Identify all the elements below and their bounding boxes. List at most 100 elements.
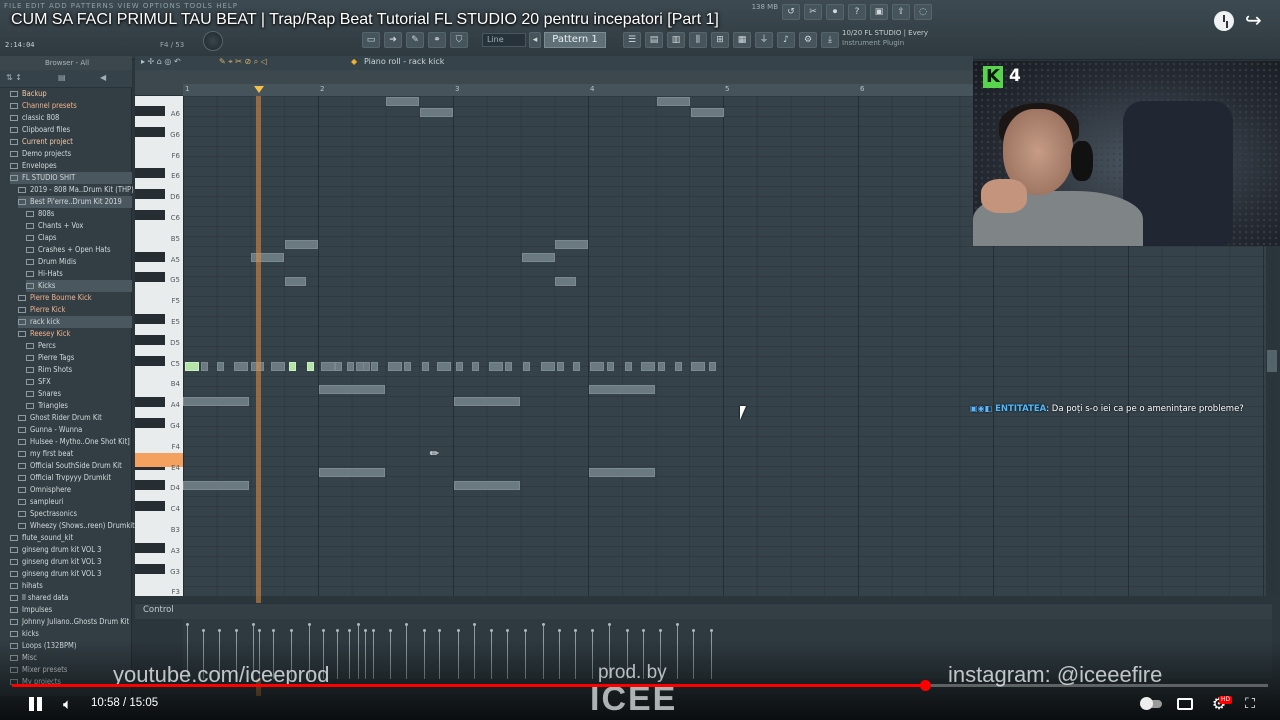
black-key[interactable] — [135, 334, 165, 345]
note[interactable] — [454, 481, 520, 490]
snap-mode-select[interactable]: Line — [482, 33, 526, 47]
browser-item[interactable]: Official SouthSide Drum Kit — [18, 460, 132, 472]
browser-item[interactable]: Best Pi'erre..Drum Kit 2019 — [18, 196, 132, 208]
browser-item[interactable]: Omnisphere — [18, 484, 132, 496]
kick-note[interactable] — [675, 362, 682, 371]
kick-note[interactable] — [185, 362, 199, 371]
kick-note[interactable] — [307, 362, 314, 371]
kick-note[interactable] — [404, 362, 411, 371]
kick-note[interactable] — [691, 362, 705, 371]
kick-note[interactable] — [709, 362, 716, 371]
browser-item[interactable]: Backup — [10, 88, 132, 100]
black-key[interactable] — [135, 168, 165, 179]
stamp-icon[interactable]: ⛉ — [450, 32, 468, 48]
gear-icon[interactable]: ⚙ — [799, 32, 817, 48]
link-icon[interactable]: ⚭ — [428, 32, 446, 48]
help-icon[interactable]: ? — [848, 4, 866, 20]
pencil-icon[interactable]: ✎ — [406, 32, 424, 48]
kick-note[interactable] — [347, 362, 354, 371]
kick-note[interactable] — [289, 362, 296, 371]
note[interactable] — [454, 397, 520, 406]
note[interactable] — [589, 385, 655, 394]
browser-item[interactable]: ginseng drum kit VOL 3 — [10, 556, 132, 568]
note[interactable] — [555, 277, 576, 286]
kick-note[interactable] — [505, 362, 512, 371]
control-label[interactable]: Control — [143, 605, 174, 615]
browser-header[interactable]: Browser - All — [0, 56, 132, 70]
browser-item[interactable]: Envelopes — [10, 160, 132, 172]
autoplay-toggle[interactable] — [1140, 695, 1162, 713]
browser-item[interactable]: Hulsee - Mytho..One Shot Kit] — [18, 436, 132, 448]
browser-item[interactable]: SFX — [26, 376, 132, 388]
prev-pattern-icon[interactable]: ◂ — [529, 32, 541, 48]
note[interactable] — [420, 108, 453, 117]
kick-note[interactable] — [590, 362, 604, 371]
browser-item[interactable]: FL STUDIO SHIT — [10, 172, 132, 184]
kick-note[interactable] — [271, 362, 285, 371]
browser-item[interactable]: Pierre Bourne Kick — [18, 292, 132, 304]
black-key[interactable] — [135, 501, 165, 512]
export-icon[interactable]: ⇪ — [892, 4, 910, 20]
browser-item[interactable]: Impulses — [10, 604, 132, 616]
kick-note[interactable] — [388, 362, 402, 371]
note[interactable] — [657, 97, 690, 106]
black-key[interactable] — [135, 418, 165, 428]
browser-icon[interactable]: ▦ — [733, 32, 751, 48]
plugin-icon[interactable]: ⊞ — [711, 32, 729, 48]
kick-note[interactable] — [456, 362, 463, 371]
browser-item[interactable]: Ghost Rider Drum Kit — [18, 412, 132, 424]
progress-bar[interactable] — [12, 680, 1268, 691]
kick-note[interactable] — [217, 362, 224, 371]
browser-item[interactable]: Johnny Juliano..Ghosts Drum Kit — [10, 616, 132, 628]
black-key[interactable] — [135, 563, 165, 574]
browser-item[interactable]: Kicks — [26, 280, 132, 292]
browser-item[interactable]: hihats — [10, 580, 132, 592]
kick-note[interactable] — [234, 362, 248, 371]
browser-item[interactable]: classic 808 — [10, 112, 132, 124]
black-key[interactable] — [135, 542, 165, 553]
black-key[interactable] — [135, 480, 165, 491]
browser-item[interactable]: Demo projects — [10, 148, 132, 160]
kick-note[interactable] — [201, 362, 208, 371]
black-key[interactable] — [135, 355, 165, 366]
browser-item[interactable]: Pierre Tags — [26, 352, 132, 364]
kick-note[interactable] — [321, 362, 335, 371]
volume-icon[interactable]: 🔈︎ — [63, 695, 81, 713]
kick-note[interactable] — [573, 362, 580, 371]
pause-button[interactable] — [27, 695, 45, 713]
plug-icon[interactable]: ⏚ — [755, 32, 773, 48]
kick-note[interactable] — [371, 362, 378, 371]
subtitles-icon[interactable] — [1175, 695, 1195, 713]
black-key[interactable] — [135, 397, 165, 408]
channel-rack-icon[interactable]: ▥ — [667, 32, 685, 48]
note[interactable] — [183, 481, 249, 490]
browser-item[interactable]: Drum Midis — [26, 256, 132, 268]
note[interactable] — [386, 97, 419, 106]
mixer-icon[interactable]: ⫼ — [689, 32, 707, 48]
note[interactable] — [589, 468, 655, 477]
browser-item[interactable]: Il shared data — [10, 592, 132, 604]
exit-fullscreen-icon[interactable]: ⛶ — [1240, 695, 1260, 713]
black-key[interactable] — [135, 272, 165, 283]
note[interactable] — [522, 253, 555, 262]
kick-note[interactable] — [422, 362, 429, 371]
kick-note[interactable] — [625, 362, 632, 371]
browser-item[interactable]: Chants + Vox — [26, 220, 132, 232]
save-icon[interactable]: ▣ — [870, 4, 888, 20]
browser-item[interactable]: Gunna - Wunna — [18, 424, 132, 436]
browser-item[interactable]: my first beat — [18, 448, 132, 460]
cut-icon[interactable]: ✂ — [804, 4, 822, 20]
browser-item[interactable]: Clipboard files — [10, 124, 132, 136]
folder-icon[interactable]: ▤ — [58, 73, 66, 82]
black-key[interactable] — [135, 189, 165, 200]
playlist-icon[interactable]: ☰ — [623, 32, 641, 48]
note[interactable] — [555, 240, 588, 249]
kick-note[interactable] — [557, 362, 564, 371]
browser-item[interactable]: Snares — [26, 388, 132, 400]
scrollbar-thumb[interactable] — [1267, 350, 1277, 372]
kick-note[interactable] — [472, 362, 479, 371]
browser-item[interactable]: Reesey Kick — [18, 328, 132, 340]
browser-item[interactable]: sampleuri — [18, 496, 132, 508]
note[interactable] — [691, 108, 724, 117]
piano-roll-menu-icon[interactable]: ▸ ✢ ⌂ ◎ ↶ — [141, 57, 181, 66]
